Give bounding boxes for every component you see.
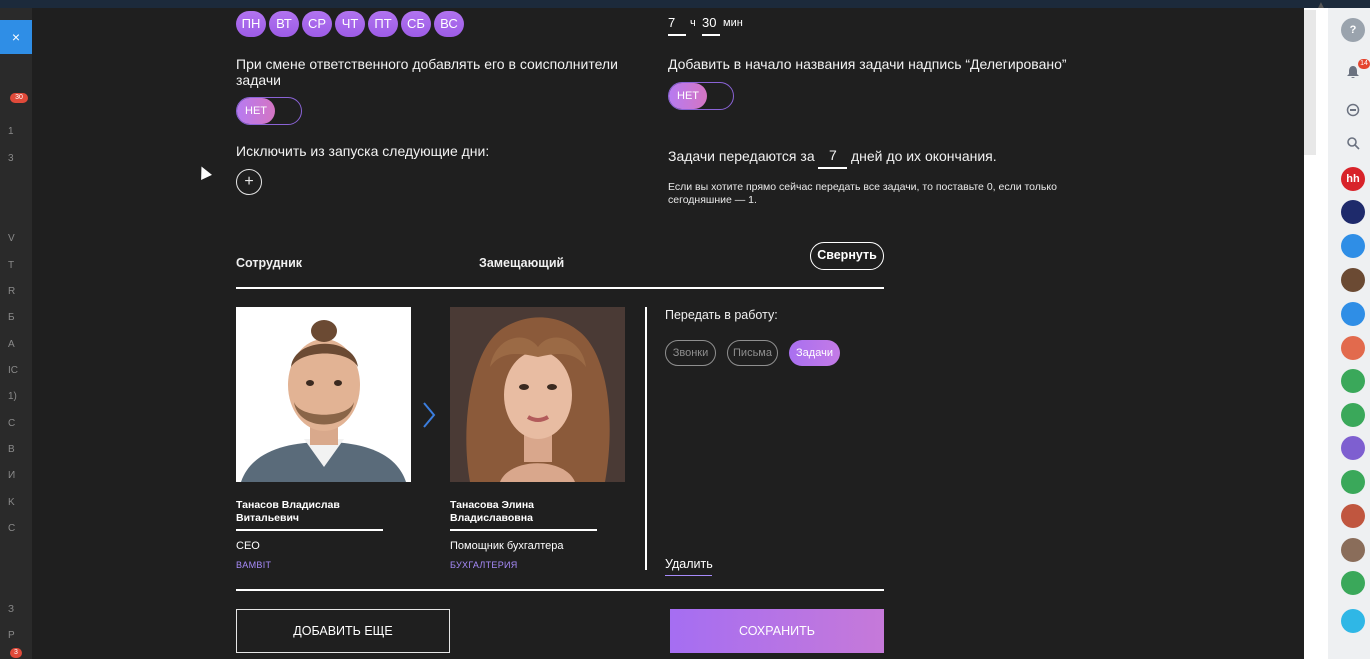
user-avatar-icon[interactable] <box>1341 336 1365 360</box>
toggle-knob: НЕТ <box>669 83 707 109</box>
left-sidebar: × 30 1 3 V T R Б A IC 1) C B И K C З P 3 <box>0 8 32 659</box>
hours-unit: ч <box>690 17 696 29</box>
close-icon[interactable]: × <box>0 20 32 54</box>
time-minutes-underline <box>702 34 720 36</box>
time-hours-input[interactable]: 7 <box>668 15 675 30</box>
sidebar-badge: 3 <box>10 648 22 658</box>
prefix-toggle[interactable]: НЕТ <box>668 82 734 110</box>
woman-portrait-icon <box>450 307 625 482</box>
sidebar-letter[interactable]: C <box>8 418 15 429</box>
employee-department[interactable]: BAMBIT <box>236 560 271 570</box>
task-check-icon[interactable] <box>1341 470 1365 494</box>
sidebar-letter[interactable]: 1 <box>8 126 14 137</box>
hh-app-icon[interactable]: hh <box>1341 167 1365 191</box>
day-wednesday[interactable]: СР <box>302 11 332 37</box>
chip-calls[interactable]: Звонки <box>665 340 716 366</box>
substitute-avatar <box>450 307 625 482</box>
delete-link[interactable]: Удалить <box>665 557 713 571</box>
header-divider <box>236 287 884 289</box>
help-icon[interactable]: ? <box>1341 18 1365 42</box>
day-monday[interactable]: ПН <box>236 11 266 37</box>
user-avatar-icon[interactable] <box>1341 538 1365 562</box>
sidebar-letter[interactable]: И <box>8 470 15 481</box>
substitute-name: Танасова Элина Владиславовна <box>450 499 535 524</box>
substitute-name-underline <box>450 529 597 531</box>
sidebar-letter[interactable]: 1) <box>8 391 17 402</box>
scrollbar-thumb[interactable] <box>1304 10 1316 155</box>
day-tuesday[interactable]: ВТ <box>269 11 299 37</box>
task-check-icon[interactable] <box>1341 369 1365 393</box>
employee-name-underline <box>236 529 383 531</box>
substitute-column-header: Замещающий <box>479 256 565 270</box>
sidebar-letter[interactable]: 3 <box>8 153 14 164</box>
search-icon[interactable] <box>1341 131 1365 155</box>
sidebar-letter[interactable]: B <box>8 444 15 455</box>
sidebar-letter[interactable]: A <box>8 339 15 350</box>
sidebar-letter[interactable]: V <box>8 233 15 244</box>
days-before-input[interactable]: 7 <box>829 147 837 163</box>
user-avatar-icon[interactable] <box>1341 268 1365 292</box>
days-before-underline <box>818 167 847 169</box>
collapse-button[interactable]: Свернуть <box>810 242 884 270</box>
sidebar-letter[interactable]: P <box>8 630 15 641</box>
task-check-icon[interactable] <box>1341 571 1365 595</box>
man-portrait-icon <box>236 307 411 482</box>
prefix-label: Добавить в начало названия задачи надпис… <box>668 56 1067 72</box>
days-note: Если вы хотите прямо сейчас передать все… <box>668 181 1057 206</box>
add-coexecutor-label: При смене ответственного добавлять его в… <box>236 56 618 88</box>
exit-icon[interactable] <box>1341 609 1365 633</box>
user-avatar-icon[interactable] <box>1341 200 1365 224</box>
time-hours-underline <box>668 34 686 36</box>
phone-icon[interactable] <box>1341 504 1365 528</box>
employee-role: CEO <box>236 540 260 552</box>
transfer-label: Передать в работу: <box>665 308 778 322</box>
save-button[interactable]: СОХРАНИТЬ <box>670 609 884 653</box>
task-check-icon[interactable] <box>1341 436 1365 460</box>
day-thursday[interactable]: ЧТ <box>335 11 365 37</box>
add-more-button[interactable]: ДОБАВИТЬ ЕЩЕ <box>236 609 450 653</box>
column-divider <box>645 307 647 570</box>
toggle-knob: НЕТ <box>237 98 275 124</box>
chip-tasks[interactable]: Задачи <box>789 340 840 366</box>
day-friday[interactable]: ПТ <box>368 11 398 37</box>
sidebar-letter[interactable]: Б <box>8 312 15 323</box>
sidebar-badge: 30 <box>10 93 28 103</box>
lock-icon[interactable] <box>1341 302 1365 326</box>
scroll-up-icon[interactable]: ▲ <box>1316 0 1326 11</box>
employee-column-header: Сотрудник <box>236 256 303 270</box>
days-before-suffix: дней до их окончания. <box>851 148 997 164</box>
exclude-days-label: Исключить из запуска следующие дни: <box>236 143 490 159</box>
sidebar-letter[interactable]: R <box>8 286 15 297</box>
employee-name: Танасов Владислав Витальевич <box>236 499 340 524</box>
chip-letters[interactable]: Письма <box>727 340 778 366</box>
footer-divider <box>236 589 884 591</box>
substitute-department[interactable]: БУХГАЛТЕРИЯ <box>450 560 518 570</box>
delete-underline <box>665 575 712 576</box>
notifications-badge: 14 <box>1358 59 1370 69</box>
task-check-icon[interactable] <box>1341 403 1365 427</box>
sidebar-letter[interactable]: K <box>8 497 15 508</box>
chat-icon[interactable] <box>1341 98 1365 122</box>
employee-avatar <box>236 307 411 482</box>
time-minutes-input[interactable]: 30 <box>702 15 716 30</box>
add-excluded-day-button[interactable]: + <box>236 169 262 195</box>
day-sunday[interactable]: ВС <box>434 11 464 37</box>
add-coexecutor-toggle[interactable]: НЕТ <box>236 97 302 125</box>
substitute-role: Помощник бухгалтера <box>450 540 564 552</box>
day-saturday[interactable]: СБ <box>401 11 431 37</box>
group-icon[interactable] <box>1341 234 1365 258</box>
days-before-prefix: Задачи передаются за <box>668 148 815 164</box>
sidebar-letter[interactable]: C <box>8 523 15 534</box>
top-bar <box>0 0 1370 8</box>
chevron-right-icon <box>423 402 436 428</box>
sidebar-letter[interactable]: З <box>8 604 14 615</box>
sidebar-letter[interactable]: IC <box>8 365 18 376</box>
sidebar-letter[interactable]: T <box>8 260 14 271</box>
minutes-unit: мин <box>723 17 743 29</box>
